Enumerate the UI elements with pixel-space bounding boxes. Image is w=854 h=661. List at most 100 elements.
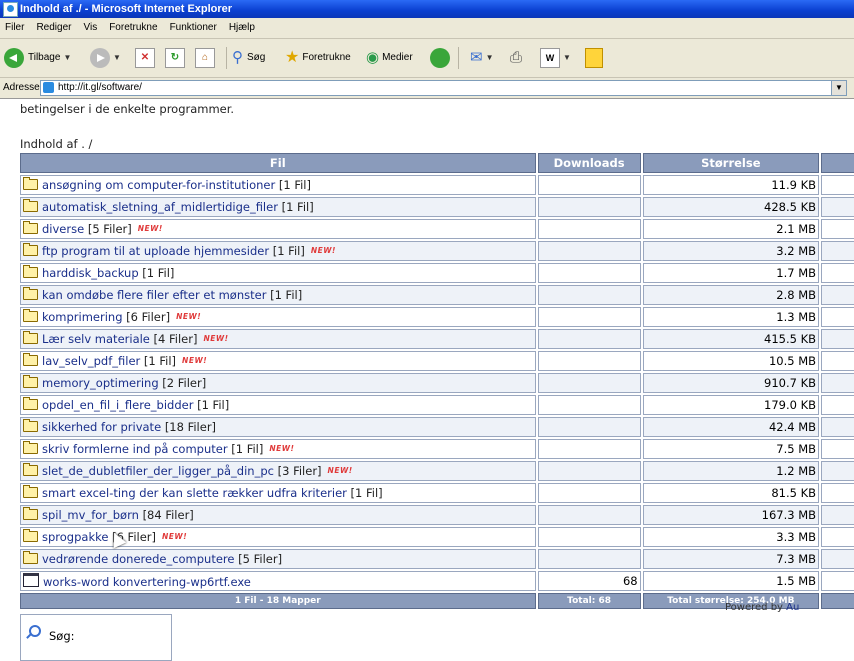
folder-icon	[23, 199, 38, 212]
folder-icon	[23, 551, 38, 564]
address-input[interactable]: http://it.gl/software/	[40, 80, 844, 96]
downloads-cell	[537, 439, 641, 459]
home-button[interactable]: ⌂	[195, 48, 215, 68]
entry-link[interactable]: ansøgning om computer-for-institutioner	[42, 178, 275, 192]
downloads-cell	[537, 373, 641, 393]
folder-icon	[23, 441, 38, 454]
downloads-cell	[537, 263, 641, 283]
page-icon	[43, 82, 54, 93]
entry-link[interactable]: smart excel-ting der kan slette rækker u…	[42, 486, 347, 500]
table-row: ansøgning om computer-for-institutioner …	[20, 175, 854, 195]
downloads-cell	[537, 241, 641, 261]
table-row: diverse [5 Filer] NEW! 2.1 MB	[20, 219, 854, 239]
size-cell: 1.5 MB	[642, 571, 820, 591]
entry-link[interactable]: sikkerhed for private	[42, 420, 161, 434]
folder-icon	[23, 353, 38, 366]
note-icon	[585, 48, 603, 68]
file-cell: ftp program til at uploade hjemmesider […	[20, 241, 536, 261]
column-header-downloads[interactable]: Downloads	[537, 153, 641, 173]
stop-button[interactable]: ✕	[135, 48, 155, 68]
file-cell: harddisk_backup [1 Fil]	[20, 263, 536, 283]
forward-button[interactable]: ▼	[90, 48, 121, 68]
menu-vis[interactable]: Vis	[83, 22, 97, 33]
menu-bar: Filer Rediger Vis Foretrukne Funktioner Hjælp	[0, 18, 854, 39]
entry-count: [5 Filer]	[87, 222, 132, 236]
entry-link[interactable]: lav_selv_pdf_filer	[42, 354, 140, 368]
file-cell: sprogpakke [6 Filer] NEW!	[20, 527, 536, 547]
extra-cell	[821, 197, 854, 217]
entry-link[interactable]: automatisk_sletning_af_midlertidige_file…	[42, 200, 278, 214]
edit-button[interactable]: W ▼	[540, 48, 571, 68]
menu-funktioner[interactable]: Funktioner	[170, 22, 217, 33]
entry-link[interactable]: slet_de_dubletfiler_der_ligger_på_din_pc	[42, 464, 274, 478]
file-cell: spil_mv_for_børn [84 Filer]	[20, 505, 536, 525]
history-button[interactable]	[430, 48, 450, 68]
favorites-button[interactable]: ★ Foretrukne	[285, 48, 351, 68]
entry-link[interactable]: sprogpakke	[42, 530, 108, 544]
entry-link[interactable]: spil_mv_for_børn	[42, 508, 139, 522]
entry-link[interactable]: opdel_en_fil_i_flere_bidder	[42, 398, 193, 412]
menu-rediger[interactable]: Rediger	[36, 22, 71, 33]
table-row: works-word konvertering-wp6rtf.exe 68 1.5 …	[20, 571, 854, 591]
entry-link[interactable]: vedrørende donerede_computere	[42, 552, 234, 566]
back-button[interactable]: Tilbage ▼	[4, 48, 71, 68]
entry-link[interactable]: skriv formlerne ind på computer	[42, 442, 228, 456]
entry-link[interactable]: works-word konvertering-wp6rtf.exe	[43, 575, 251, 589]
address-bar: Adresse http://it.gl/software/ ▼	[0, 78, 854, 99]
folder-icon	[23, 243, 38, 256]
table-row: spil_mv_for_børn [84 Filer] 167.3 MB	[20, 505, 854, 525]
new-badge: NEW!	[162, 532, 188, 541]
downloads-cell	[537, 461, 641, 481]
chevron-down-icon: ▼	[563, 53, 571, 62]
word-icon: W	[540, 48, 560, 68]
file-cell: komprimering [6 Filer] NEW!	[20, 307, 536, 327]
downloads-cell	[537, 219, 641, 239]
size-cell: 7.3 MB	[642, 549, 820, 569]
entry-count: [1 Fil]	[270, 288, 303, 302]
search-button[interactable]: ⚲ Søg	[232, 48, 265, 68]
window-titlebar[interactable]: Indhold af ./ - Microsoft Internet Explo…	[0, 0, 854, 18]
mail-button[interactable]: ✉ ▼	[470, 48, 494, 68]
folder-icon	[23, 375, 38, 388]
file-cell: ansøgning om computer-for-institutioner …	[20, 175, 536, 195]
powered-by-link[interactable]: Au	[786, 602, 799, 613]
messenger-button[interactable]	[585, 48, 603, 68]
extra-cell	[821, 527, 854, 547]
entry-link[interactable]: kan omdøbe flere filer efter et mønster	[42, 288, 266, 302]
entry-count: [1 Fil]	[350, 486, 383, 500]
window-title: Indhold af ./ - Microsoft Internet Explo…	[20, 3, 233, 15]
chevron-down-icon: ▼	[485, 53, 494, 62]
menu-filer[interactable]: Filer	[5, 22, 24, 33]
entry-link[interactable]: komprimering	[42, 310, 123, 324]
entry-link[interactable]: harddisk_backup	[42, 266, 139, 280]
file-icon	[23, 573, 39, 587]
folder-icon	[23, 265, 38, 278]
menu-hjaelp[interactable]: Hjælp	[229, 22, 255, 33]
extra-cell	[821, 175, 854, 195]
footer-total-downloads: Total: 68	[537, 593, 641, 609]
entry-count: [6 Filer]	[126, 310, 171, 324]
menu-foretrukne[interactable]: Foretrukne	[109, 22, 157, 33]
column-header-size[interactable]: Størrelse	[642, 153, 820, 173]
column-header-file[interactable]: Fil	[20, 153, 536, 173]
address-dropdown-button[interactable]: ▼	[831, 80, 847, 96]
print-button[interactable]: ⎙	[510, 48, 522, 68]
downloads-cell	[537, 395, 641, 415]
size-cell: 1.2 MB	[642, 461, 820, 481]
downloads-cell	[537, 505, 641, 525]
folder-icon	[23, 177, 38, 190]
search-box[interactable]: Søg:	[20, 614, 172, 661]
entry-link[interactable]: diverse	[42, 222, 84, 236]
entry-link[interactable]: Lær selv materiale	[42, 332, 150, 346]
entry-link[interactable]: ftp program til at uploade hjemmesider	[42, 244, 269, 258]
new-badge: NEW!	[176, 312, 202, 321]
search-box-label: Søg:	[49, 629, 75, 643]
file-cell: vedrørende donerede_computere [5 Filer]	[20, 549, 536, 569]
extra-cell	[821, 241, 854, 261]
file-cell: automatisk_sletning_af_midlertidige_file…	[20, 197, 536, 217]
intro-text: betingelser i de enkelte programmer.	[20, 102, 235, 116]
extra-cell	[821, 549, 854, 569]
refresh-button[interactable]: ↻	[165, 48, 185, 68]
entry-link[interactable]: memory_optimering	[42, 376, 159, 390]
media-button[interactable]: ◉ Medier	[366, 48, 413, 68]
